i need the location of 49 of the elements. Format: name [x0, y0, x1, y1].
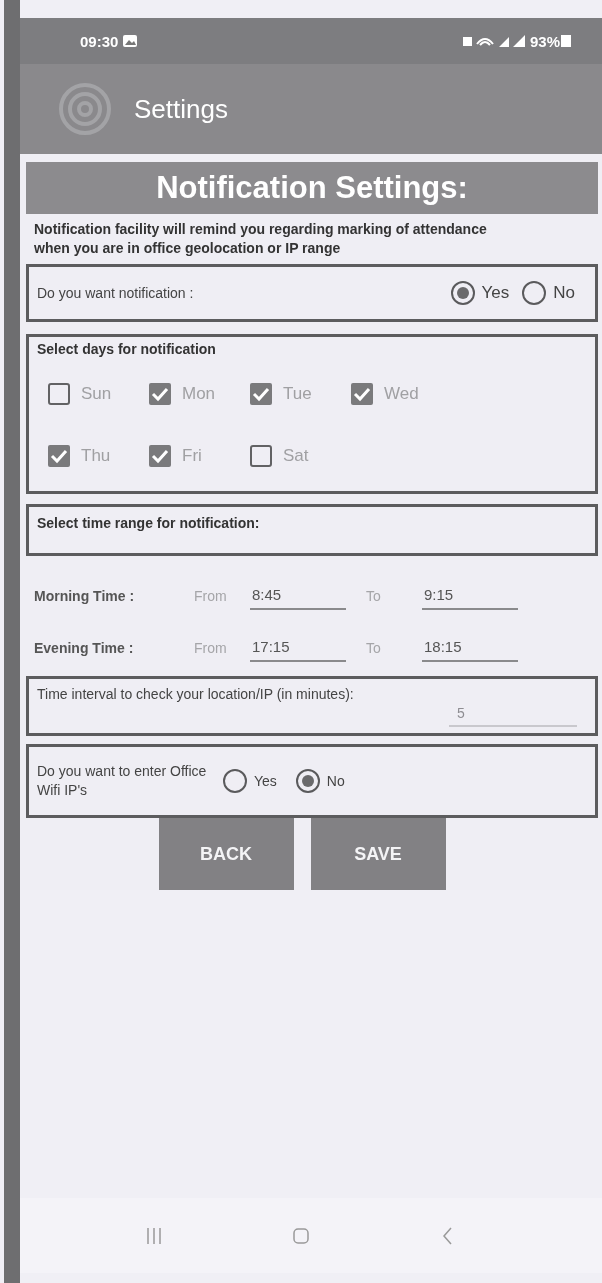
time-field[interactable]: 8:45	[250, 586, 346, 610]
battery-percent: 93%	[529, 32, 560, 50]
to-label: To	[366, 588, 382, 606]
time-label: Morning Time :	[34, 588, 136, 606]
action-button[interactable]: BACK	[158, 818, 294, 890]
day-label: Wed	[384, 384, 419, 404]
option-label: Yes	[254, 771, 277, 791]
checkbox[interactable]	[249, 382, 273, 406]
battery-icon	[560, 34, 572, 48]
day-label: Sat	[283, 446, 309, 466]
checkbox[interactable]	[249, 444, 273, 468]
interval-label: Time interval to check your location/IP (in minutes):	[37, 685, 355, 704]
radio-button[interactable]	[449, 280, 476, 306]
day-label: Mon	[182, 384, 216, 404]
checkbox[interactable]	[350, 382, 374, 406]
section-label: Select time range for notification:	[37, 515, 261, 531]
action-button[interactable]: SAVE	[310, 818, 446, 890]
option-label: No	[553, 283, 575, 303]
home-icon[interactable]	[291, 1225, 311, 1246]
radio-button[interactable]	[521, 280, 548, 306]
checkbox[interactable]	[47, 444, 71, 468]
time-field[interactable]: 17:15	[250, 638, 346, 662]
app-title: Settings	[134, 93, 228, 125]
day-label: Sun	[81, 384, 112, 404]
to-label: To	[366, 640, 382, 658]
radio-button[interactable]	[222, 768, 248, 794]
from-label: From	[194, 588, 228, 606]
question-label: Do you want notification :	[37, 285, 194, 301]
status-time: 09:30	[80, 32, 119, 50]
option-label: Yes	[481, 283, 510, 303]
time-field[interactable]: 18:15	[422, 638, 518, 662]
time-field[interactable]: 9:15	[422, 586, 518, 610]
section-label: Select days for notification	[37, 341, 217, 357]
radio-button[interactable]	[294, 768, 321, 794]
day-label: Fri	[182, 446, 202, 466]
checkbox[interactable]	[47, 382, 71, 406]
signal-icons	[462, 34, 527, 48]
time-label: Evening Time :	[34, 640, 135, 658]
question-label: Do you want to enter Office Wifi IP's	[37, 762, 208, 800]
day-label: Tue	[283, 384, 312, 404]
gallery-icon	[122, 34, 139, 48]
checkbox[interactable]	[148, 444, 172, 468]
day-label: Thu	[81, 446, 111, 466]
checkbox[interactable]	[148, 382, 172, 406]
from-label: From	[194, 640, 228, 658]
spiral-logo-icon	[58, 82, 112, 136]
description-text: Notification facility will remind you regarding marking of attendance when you are in office geolocation or IP range	[33, 220, 488, 258]
option-label: No	[326, 771, 345, 791]
section-heading: Notification Settings:	[26, 162, 598, 214]
